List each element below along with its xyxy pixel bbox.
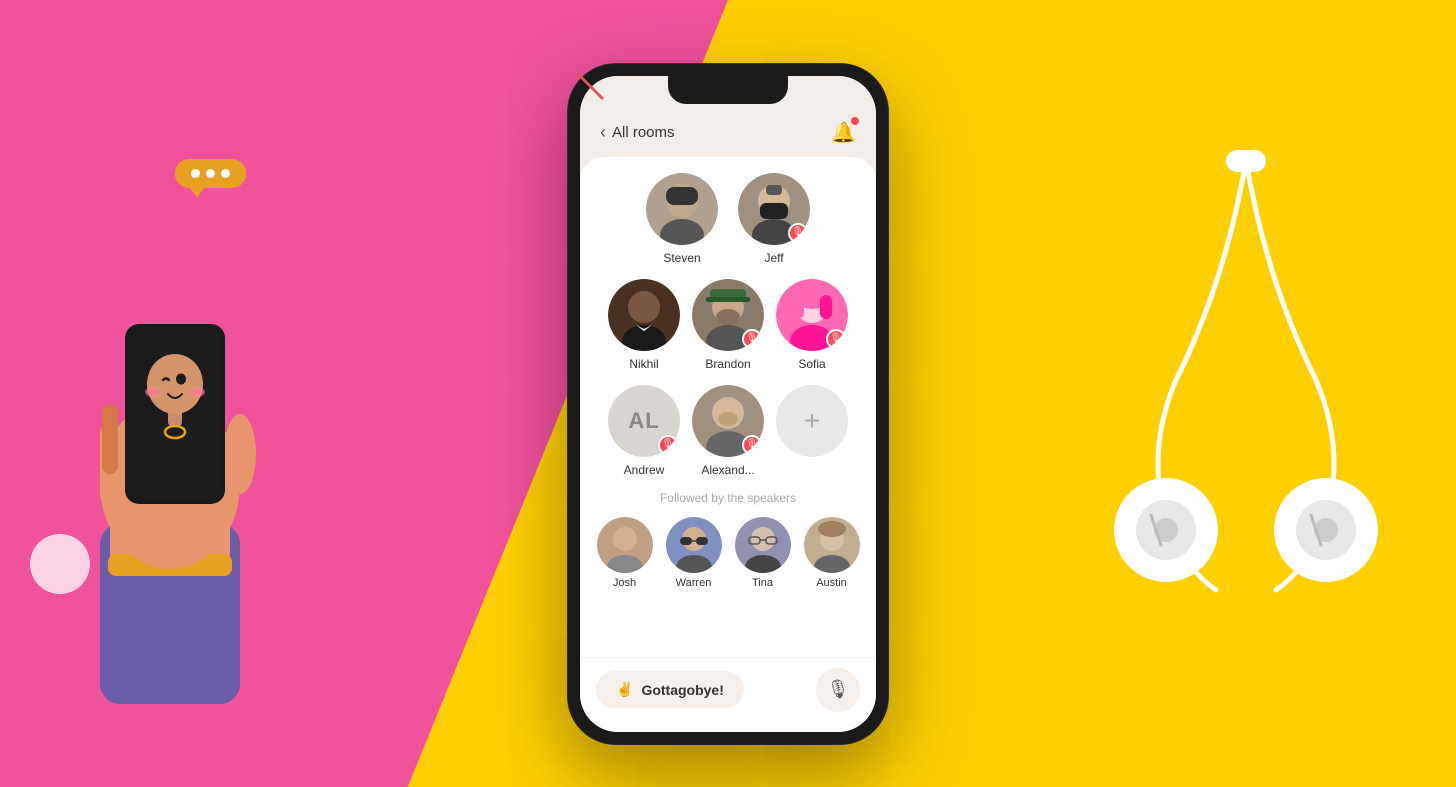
speaker-row-3: AL 🎙 Andrew	[596, 371, 860, 477]
phone-bottom-bar: ✌️ Gottagobye! 🎙	[580, 657, 876, 732]
follower-name-warren: Warren	[676, 577, 712, 589]
avatar-circle-add: +	[776, 385, 848, 457]
avatar-circle-nikhil	[608, 279, 680, 351]
mic-badge-sofia: 🎙	[826, 329, 846, 349]
bell-badge	[851, 117, 859, 125]
goodbye-emoji: ✌️	[616, 681, 633, 698]
avatar-sofia[interactable]: 🎙 Sofia	[776, 279, 848, 371]
mic-badge-brandon: 🎙	[742, 329, 762, 349]
avatar-name-sofia: Sofia	[798, 357, 825, 371]
back-arrow-icon: ‹	[600, 122, 606, 143]
goodbye-button[interactable]: ✌️ Gottagobye!	[596, 671, 744, 708]
mic-badge-alexander: 🎙	[742, 435, 762, 455]
chat-bubble-decoration	[175, 159, 246, 188]
avatar-alexander[interactable]: 🎙 Alexand...	[692, 385, 764, 477]
avatar-name-alexander: Alexand...	[701, 463, 754, 477]
follower-avatar-josh	[597, 517, 653, 573]
avatar-circle-andrew: AL 🎙	[608, 385, 680, 457]
avatar-brandon[interactable]: 🎙 Brandon	[692, 279, 764, 371]
follower-avatar-tina	[735, 517, 791, 573]
followers-label: Followed by the speakers	[596, 491, 860, 505]
avatar-circle-sofia: 🎙	[776, 279, 848, 351]
mic-badge-andrew: 🎙	[658, 435, 678, 455]
avatar-name-nikhil: Nikhil	[629, 357, 658, 371]
avatar-circle-jeff: 🎙	[738, 173, 810, 245]
follower-josh[interactable]: Josh	[596, 517, 653, 589]
speaker-row-2: Nikhil	[596, 265, 860, 371]
follower-tina[interactable]: Tina	[734, 517, 791, 589]
deco-circle	[30, 534, 90, 594]
avatar-add[interactable]: +	[776, 385, 848, 477]
followers-section: Followed by the speakers Jos	[596, 491, 860, 597]
avatar-circle-steven	[646, 173, 718, 245]
avatar-name-brandon: Brandon	[705, 357, 750, 371]
hand-illustration	[20, 184, 320, 704]
phone-notch	[668, 76, 788, 104]
avatar-nikhil[interactable]: Nikhil	[608, 279, 680, 371]
steven-face	[646, 173, 718, 245]
avatar-steven[interactable]: Steven	[646, 173, 718, 265]
phone-content: Steven	[580, 157, 876, 657]
mute-slash-icon	[580, 76, 612, 108]
mute-icon: 🎙	[827, 679, 850, 700]
follower-name-austin: Austin	[816, 577, 847, 589]
add-icon: +	[804, 407, 820, 435]
follower-avatar-warren	[666, 517, 722, 573]
follower-avatar-austin	[804, 517, 860, 573]
avatar-circle-brandon: 🎙	[692, 279, 764, 351]
speaker-row-1: Steven	[596, 165, 860, 265]
follower-name-tina: Tina	[752, 577, 773, 589]
back-button[interactable]: ‹ All rooms	[600, 122, 675, 143]
goodbye-label: Gottagobye!	[641, 682, 723, 698]
follower-austin[interactable]: Austin	[803, 517, 860, 589]
home-indicator	[678, 724, 778, 728]
followers-row: Josh	[596, 517, 860, 597]
avatar-andrew[interactable]: AL 🎙 Andrew	[608, 385, 680, 477]
follower-warren[interactable]: Warren	[665, 517, 722, 589]
left-illustration	[20, 84, 360, 704]
mute-button[interactable]: 🎙	[816, 668, 860, 712]
nikhil-face	[608, 279, 680, 351]
avatar-initials-andrew: AL	[628, 408, 659, 434]
phone-device: ‹ All rooms 🔔	[568, 64, 888, 744]
avatar-jeff[interactable]: 🎙 Jeff	[738, 173, 810, 265]
phone-device-container: ‹ All rooms 🔔	[568, 44, 888, 744]
mic-badge-jeff: 🎙	[788, 223, 808, 243]
avatar-name-jeff: Jeff	[764, 251, 783, 265]
avatar-name-steven: Steven	[663, 251, 700, 265]
phone-screen: ‹ All rooms 🔔	[580, 76, 876, 732]
notification-bell[interactable]: 🔔	[831, 120, 856, 145]
avatar-circle-alexander: 🎙	[692, 385, 764, 457]
earphones-illustration	[1096, 80, 1396, 640]
header-title: All rooms	[612, 124, 675, 141]
follower-name-josh: Josh	[613, 577, 636, 589]
avatar-name-andrew: Andrew	[624, 463, 665, 477]
